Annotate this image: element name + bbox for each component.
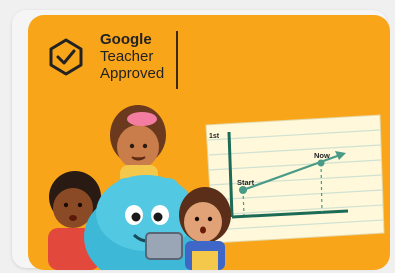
badge-brand: Google <box>100 31 152 48</box>
progress-chart-paper: 1st Start Now <box>205 114 385 244</box>
chart-now-label: Now <box>314 151 330 160</box>
check-badge-icon <box>49 38 83 75</box>
chart-y-tick: 1st <box>209 133 220 140</box>
badge-divider <box>176 31 178 89</box>
badge-text: Google Teacher Approved <box>100 31 164 82</box>
promo-card[interactable]: 1st Start Now Google Teacher Approved <box>28 15 390 270</box>
chart-start-label: Start <box>237 178 255 187</box>
teacher-approved-badge: Google Teacher Approved <box>46 31 164 82</box>
girl-right-figure <box>179 187 231 270</box>
badge-line-2: Approved <box>100 65 165 82</box>
badge-line-1: Teacher <box>100 48 154 65</box>
